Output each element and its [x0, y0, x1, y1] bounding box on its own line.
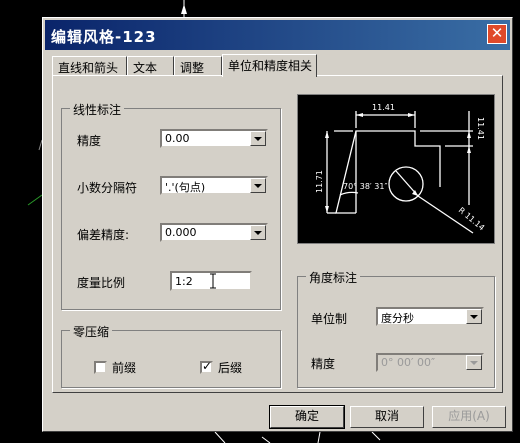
preview-dim-right: 11.41: [476, 117, 485, 140]
angular-group-title: 角度标注: [306, 269, 361, 286]
preview-dim-angle: 70° 38′ 31″: [343, 182, 387, 191]
chevron-down-icon: [466, 355, 482, 370]
tab-panel: 线性标注 精度 0.00 小数分隔符 '.'(句点) 偏差精度: 0.000 度…: [52, 75, 503, 393]
tolerance-precision-label: 偏差精度:: [77, 228, 130, 242]
angle-unit-select[interactable]: 度分秒: [376, 307, 484, 326]
chevron-down-icon[interactable]: [250, 131, 266, 146]
apply-button[interactable]: 应用(A): [432, 406, 506, 428]
chevron-down-icon[interactable]: [250, 225, 266, 240]
linear-dimension-group: 线性标注 精度 0.00 小数分隔符 '.'(句点) 偏差精度: 0.000 度…: [61, 101, 281, 310]
tolerance-precision-select[interactable]: 0.000: [160, 223, 268, 242]
precision-select[interactable]: 0.00: [160, 129, 268, 148]
angular-dimension-group: 角度标注 单位制 度分秒 精度 0° 00′ 00″: [297, 269, 495, 388]
tab-text[interactable]: 文本: [127, 56, 174, 75]
precision-value: 0.00: [165, 132, 190, 145]
decimal-separator-value: '.'(句点): [165, 181, 206, 194]
preview-dim-left: 11.71: [315, 170, 324, 193]
leading-zero-checkbox[interactable]: [94, 361, 107, 374]
ok-button[interactable]: 确定: [269, 405, 345, 429]
decimal-separator-label: 小数分隔符: [77, 181, 138, 195]
preview-dim-top: 11.41: [372, 103, 395, 112]
zero-group-title: 零压缩: [70, 323, 113, 340]
preview-dim-radius: R 11.14: [457, 206, 487, 233]
decimal-separator-select[interactable]: '.'(句点): [160, 176, 268, 195]
trailing-zero-label: 后缀: [218, 361, 243, 375]
precision-label: 精度: [77, 134, 102, 148]
tab-units-precision[interactable]: 单位和精度相关: [222, 54, 317, 77]
dialog-title: 编辑风格-123: [51, 28, 157, 46]
preview-drawing: 11.41 11.41 11.71 70° 38′ 31″ R 11.14: [315, 103, 487, 234]
text-cursor-icon: [210, 273, 216, 289]
scale-label: 度量比例: [77, 276, 126, 290]
angle-unit-value: 度分秒: [381, 312, 414, 325]
edit-style-dialog: 编辑风格-123 ✕ 直线和箭头 文本 调整 单位和精度相关 线性标注 精度 0…: [42, 17, 513, 432]
cancel-button[interactable]: 取消: [350, 406, 424, 428]
tab-lines-arrows[interactable]: 直线和箭头: [52, 56, 127, 75]
chevron-down-icon[interactable]: [250, 178, 266, 193]
angle-precision-value: 0° 00′ 00″: [381, 356, 436, 369]
trailing-zero-checkbox[interactable]: ✓: [200, 359, 213, 374]
tab-adjust[interactable]: 调整: [174, 56, 222, 75]
angle-precision-label: 精度: [311, 357, 336, 371]
style-preview: 11.41 11.41 11.71 70° 38′ 31″ R 11.14: [297, 94, 495, 244]
dialog-titlebar[interactable]: 编辑风格-123 ✕: [45, 20, 510, 50]
leading-zero-label: 前缀: [112, 361, 137, 375]
angle-unit-label: 单位制: [311, 312, 348, 326]
scale-value: 1:2: [175, 275, 193, 288]
checkmark-icon: ✓: [202, 359, 213, 373]
zero-suppression-group: 零压缩 前缀 ✓ 后缀: [61, 323, 281, 388]
tolerance-precision-value: 0.000: [165, 226, 197, 239]
angle-precision-select[interactable]: 0° 00′ 00″: [376, 353, 484, 372]
chevron-down-icon[interactable]: [466, 309, 482, 324]
linear-group-title: 线性标注: [70, 101, 125, 118]
close-button[interactable]: ✕: [487, 24, 507, 44]
